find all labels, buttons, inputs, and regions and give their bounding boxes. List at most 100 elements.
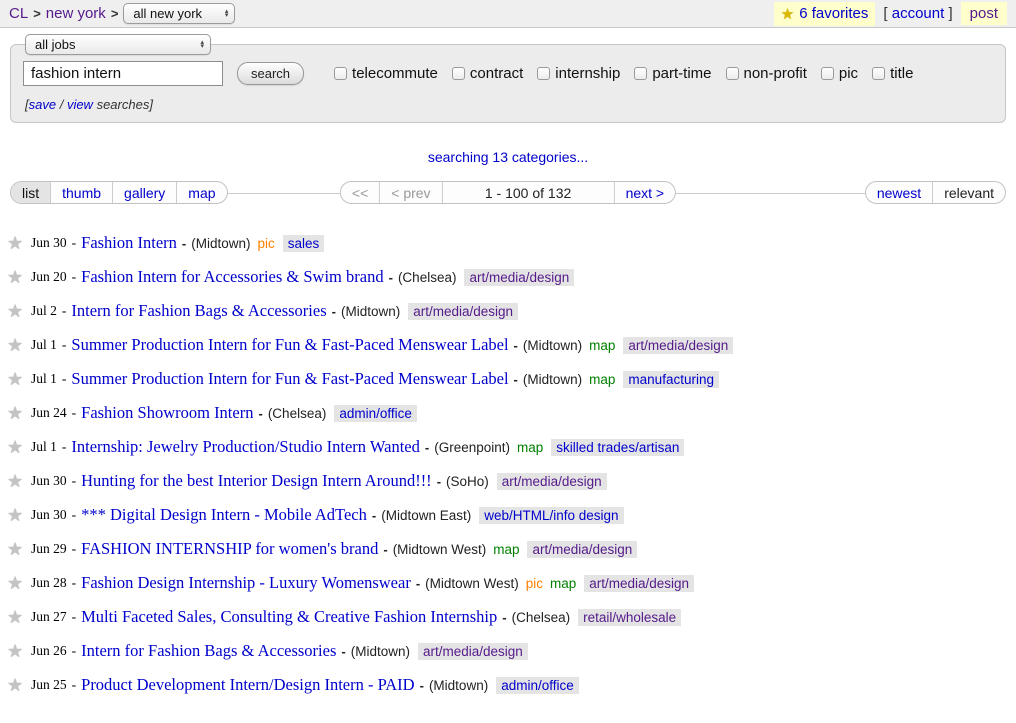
result-location: (Midtown East) — [381, 508, 471, 523]
filter-part-time[interactable]: part-time — [634, 65, 711, 82]
filter-contract[interactable]: contract — [452, 65, 523, 82]
view-thumb[interactable]: thumb — [50, 182, 112, 203]
breadcrumb-separator: > — [33, 6, 41, 21]
map-link[interactable]: map — [493, 542, 519, 557]
result-category-link[interactable]: web/HTML/info design — [479, 507, 623, 524]
checkbox-icon[interactable] — [726, 67, 739, 80]
favorite-star-icon[interactable]: ★ — [7, 471, 31, 492]
result-category-link[interactable]: art/media/design — [527, 541, 637, 558]
result-title-link[interactable]: Multi Faceted Sales, Consulting & Creati… — [81, 607, 497, 627]
result-category-link[interactable]: art/media/design — [464, 269, 574, 286]
favorite-star-icon[interactable]: ★ — [7, 573, 31, 594]
select-stepper-icon: ▴▾ — [225, 10, 229, 18]
view-gallery[interactable]: gallery — [112, 182, 176, 203]
checkbox-icon[interactable] — [452, 67, 465, 80]
result-title-link[interactable]: Product Development Intern/Design Intern… — [81, 675, 414, 695]
page-next-button[interactable]: next > — [614, 182, 676, 203]
top-bar: CL > new york > all new york ▴▾ ★ 6 favo… — [0, 0, 1016, 28]
checkbox-icon[interactable] — [537, 67, 550, 80]
favorite-star-icon[interactable]: ★ — [7, 505, 31, 526]
result-category-link[interactable]: admin/office — [496, 677, 579, 694]
city-link[interactable]: new york — [46, 5, 106, 22]
view-searches-link[interactable]: view — [67, 97, 93, 112]
separator: / — [56, 97, 67, 112]
result-category-link[interactable]: manufacturing — [623, 371, 719, 388]
search-button[interactable]: search — [237, 62, 304, 85]
view-switcher: list thumb gallery map — [10, 181, 228, 204]
area-select-value: all new york — [133, 6, 202, 21]
result-title-link[interactable]: Summer Production Intern for Fun & Fast-… — [71, 369, 508, 389]
result-category-link[interactable]: art/media/design — [584, 575, 694, 592]
favorite-star-icon[interactable]: ★ — [7, 233, 31, 254]
result-category-link[interactable]: art/media/design — [418, 643, 528, 660]
job-category-select[interactable]: all jobs ▴▾ — [25, 34, 211, 55]
favorite-star-icon[interactable]: ★ — [7, 607, 31, 628]
checkbox-icon[interactable] — [334, 67, 347, 80]
map-link[interactable]: map — [550, 576, 576, 591]
result-category-link[interactable]: art/media/design — [623, 337, 733, 354]
favorite-star-icon[interactable]: ★ — [7, 539, 31, 560]
result-category-link[interactable]: retail/wholesale — [578, 609, 681, 626]
favorite-star-icon[interactable]: ★ — [7, 369, 31, 390]
result-location: (Midtown) — [351, 644, 410, 659]
page-range: 1 - 100 of 132 — [442, 182, 614, 203]
cl-home-link[interactable]: CL — [9, 5, 28, 22]
result-title-link[interactable]: *** Digital Design Intern - Mobile AdTec… — [81, 505, 367, 525]
checkbox-icon[interactable] — [634, 67, 647, 80]
result-category-link[interactable]: admin/office — [334, 405, 417, 422]
area-select[interactable]: all new york ▴▾ — [123, 3, 235, 24]
result-location: (Greenpoint) — [434, 440, 510, 455]
checkbox-icon[interactable] — [821, 67, 834, 80]
sort-newest[interactable]: newest — [866, 182, 932, 203]
result-category-link[interactable]: art/media/design — [497, 473, 607, 490]
filter-label: pic — [839, 65, 858, 82]
result-title-link[interactable]: Internship: Jewelry Production/Studio In… — [71, 437, 419, 457]
search-filters: telecommute contract internship part-tim… — [320, 65, 913, 82]
save-search-link[interactable]: save — [29, 97, 56, 112]
result-title-link[interactable]: Summer Production Intern for Fun & Fast-… — [71, 335, 508, 355]
filter-pic[interactable]: pic — [821, 65, 858, 82]
page-prev-button[interactable]: < prev — [379, 182, 441, 203]
favorite-star-icon[interactable]: ★ — [7, 267, 31, 288]
favorite-star-icon[interactable]: ★ — [7, 335, 31, 356]
sort-relevant[interactable]: relevant — [932, 182, 1005, 203]
filter-non-profit[interactable]: non-profit — [726, 65, 807, 82]
favorite-star-icon[interactable]: ★ — [7, 641, 31, 662]
result-category-link[interactable]: skilled trades/artisan — [551, 439, 684, 456]
result-category-link[interactable]: sales — [283, 235, 325, 252]
favorite-star-icon[interactable]: ★ — [7, 437, 31, 458]
page-first-button[interactable]: << — [341, 182, 379, 203]
map-link[interactable]: map — [517, 440, 543, 455]
checkbox-icon[interactable] — [872, 67, 885, 80]
result-title-link[interactable]: Fashion Intern for Accessories & Swim br… — [81, 267, 383, 287]
favorites-link[interactable]: 6 favorites — [799, 5, 868, 22]
search-input[interactable] — [23, 61, 223, 86]
filter-label: part-time — [652, 65, 711, 82]
post-link[interactable]: post — [970, 5, 998, 22]
result-title-link[interactable]: Hunting for the best Interior Design Int… — [81, 471, 432, 491]
account-link[interactable]: account — [892, 5, 945, 22]
view-map[interactable]: map — [176, 182, 226, 203]
result-title-link[interactable]: FASHION INTERNSHIP for women's brand — [81, 539, 378, 559]
separator: - — [389, 270, 393, 285]
result-title-link[interactable]: Intern for Fashion Bags & Accessories — [71, 301, 326, 321]
result-date: Jul 1 — [31, 337, 57, 353]
result-title-link[interactable]: Fashion Showroom Intern — [81, 403, 253, 423]
view-list[interactable]: list — [11, 182, 50, 203]
result-location: (SoHo) — [446, 474, 489, 489]
map-link[interactable]: map — [589, 372, 615, 387]
filter-title[interactable]: title — [872, 65, 913, 82]
favorite-star-icon[interactable]: ★ — [7, 675, 31, 696]
result-title-link[interactable]: Fashion Design Internship - Luxury Women… — [81, 573, 411, 593]
result-title-link[interactable]: Intern for Fashion Bags & Accessories — [81, 641, 336, 661]
favorite-star-icon[interactable]: ★ — [7, 403, 31, 424]
result-category-link[interactable]: art/media/design — [408, 303, 518, 320]
filter-internship[interactable]: internship — [537, 65, 620, 82]
search-status: searching 13 categories... — [0, 149, 1016, 165]
filter-label: title — [890, 65, 913, 82]
map-link[interactable]: map — [589, 338, 615, 353]
favorite-star-icon[interactable]: ★ — [7, 301, 31, 322]
result-title-link[interactable]: Fashion Intern — [81, 233, 177, 253]
select-stepper-icon: ▴▾ — [200, 41, 204, 49]
filter-telecommute[interactable]: telecommute — [334, 65, 438, 82]
